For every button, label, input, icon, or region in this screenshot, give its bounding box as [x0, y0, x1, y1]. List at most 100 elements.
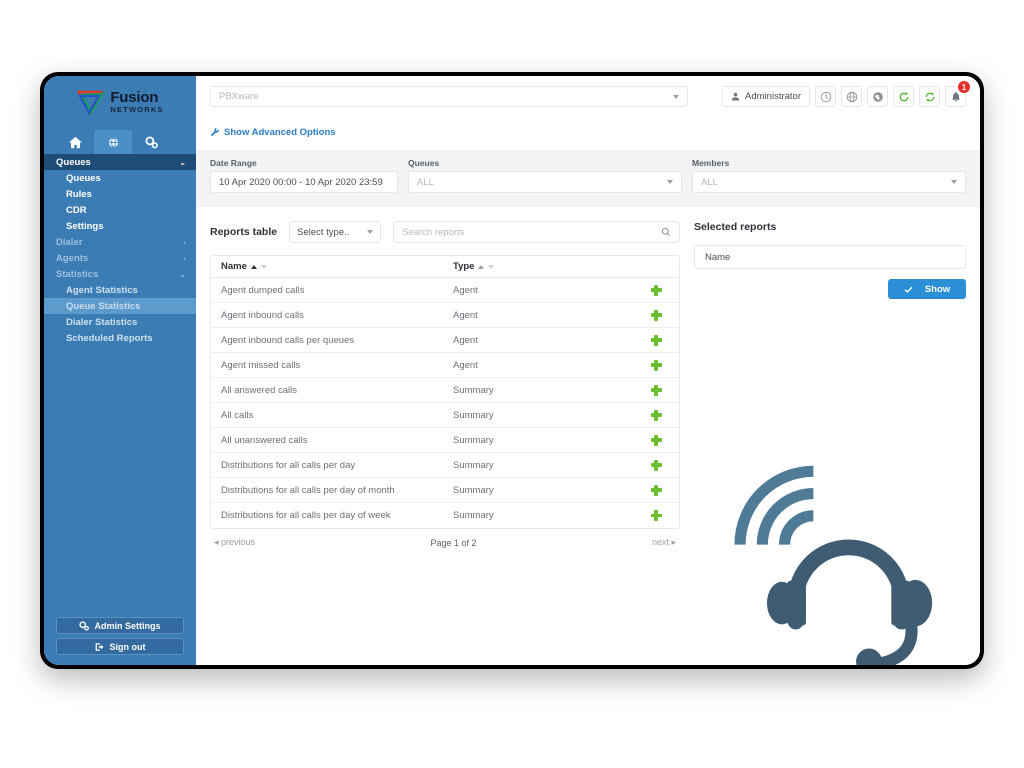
refresh-button[interactable] [893, 86, 914, 107]
headset-globe-icon [107, 136, 119, 148]
admin-settings-label: Admin Settings [94, 620, 161, 631]
device-frame: Fusion NETWORKS Queues ⌄ Queues Rules CD… [40, 72, 984, 669]
sidebar-item-dialer-statistics[interactable]: Dialer Statistics [44, 314, 196, 330]
top-bar: PBXware Administrator 1 [196, 76, 980, 124]
add-report-button[interactable] [649, 283, 669, 297]
sidebar-group-label: Statistics [56, 268, 99, 280]
sort-descending-icon[interactable] [260, 264, 267, 269]
top-bar-actions: Administrator 1 [722, 80, 971, 107]
sidebar-group-statistics[interactable]: Statistics ⌄ [44, 266, 196, 282]
add-report-button[interactable] [649, 433, 669, 447]
sidebar-group-queues[interactable]: Queues ⌄ [44, 154, 196, 170]
sign-out-label: Sign out [109, 641, 146, 652]
date-range-input[interactable]: 10 Apr 2020 00:00 - 10 Apr 2020 23:59 [210, 171, 398, 193]
queues-field: Queues ALL [408, 158, 682, 193]
sync-button[interactable] [919, 86, 940, 107]
globe-filled-button[interactable] [867, 86, 888, 107]
settings-tab[interactable] [132, 130, 170, 154]
select-type-dropdown[interactable]: Select type.. [289, 221, 382, 243]
sidebar-item-agent-statistics[interactable]: Agent Statistics [44, 282, 196, 298]
contact-center-tab[interactable] [94, 130, 132, 154]
previous-page-button[interactable]: ◂ previous [214, 537, 255, 548]
add-report-button[interactable] [649, 509, 669, 523]
chevron-down-icon [367, 230, 374, 234]
members-label: Members [692, 158, 730, 168]
table-row[interactable]: All answered calls Summary [211, 378, 679, 403]
report-type-cell: Summary [453, 409, 494, 421]
report-type-cell: Summary [453, 510, 494, 521]
pbx-select[interactable]: PBXware [210, 86, 688, 107]
next-page-button[interactable]: next ▸ [652, 537, 676, 548]
table-row[interactable]: Agent dumped calls Agent [211, 278, 679, 303]
queues-select[interactable]: ALL [408, 171, 682, 193]
reports-table-header: Name Type [211, 256, 679, 278]
members-value: ALL [701, 176, 718, 188]
table-row[interactable]: Distributions for all calls per day of w… [211, 503, 679, 528]
column-header-type[interactable]: Type [453, 261, 649, 272]
add-report-button[interactable] [649, 383, 669, 397]
app-screen: Fusion NETWORKS Queues ⌄ Queues Rules CD… [44, 76, 980, 665]
sign-out-button[interactable]: Sign out [56, 638, 184, 655]
add-report-button[interactable] [649, 408, 669, 422]
brand-logo[interactable]: Fusion NETWORKS [44, 76, 196, 122]
admin-settings-button[interactable]: Admin Settings [56, 617, 184, 634]
notifications-button[interactable]: 1 [945, 80, 971, 107]
add-report-button[interactable] [649, 308, 669, 322]
sidebar-item-settings[interactable]: Settings [44, 218, 196, 234]
select-type-value: Select type.. [297, 226, 350, 238]
add-report-button[interactable] [649, 358, 669, 372]
chevron-down-icon: ⌄ [179, 269, 186, 279]
table-row[interactable]: Agent missed calls Agent [211, 353, 679, 378]
globe-button[interactable] [841, 86, 862, 107]
report-name-cell: Distributions for all calls per day of m… [221, 484, 395, 496]
sidebar-item-scheduled-reports[interactable]: Scheduled Reports [44, 330, 196, 346]
fusion-triangle-logo-icon [77, 90, 105, 115]
clock-button[interactable] [815, 86, 836, 107]
date-range-label: Date Range [210, 158, 257, 168]
plus-icon [649, 509, 663, 523]
gears-icon [144, 135, 158, 148]
sidebar-item-queue-statistics[interactable]: Queue Statistics [44, 298, 196, 314]
sidebar-footer: Admin Settings Sign out [44, 617, 196, 655]
report-type-cell: Summary [453, 459, 494, 471]
sidebar-group-dialer[interactable]: Dialer › [44, 234, 196, 250]
table-row[interactable]: Agent inbound calls per queues Agent [211, 328, 679, 353]
report-name-cell: Agent inbound calls per queues [221, 334, 355, 346]
members-select[interactable]: ALL [692, 171, 966, 193]
table-row[interactable]: Distributions for all calls per day Summa… [211, 453, 679, 478]
add-report-button[interactable] [649, 483, 669, 497]
table-row[interactable]: All unanswered calls Summary [211, 428, 679, 453]
home-tab[interactable] [56, 130, 94, 154]
sync-icon [925, 92, 934, 101]
refresh-icon [899, 91, 908, 101]
column-header-name[interactable]: Name [221, 261, 453, 272]
filters-bar: Date Range 10 Apr 2020 00:00 - 10 Apr 20… [196, 150, 980, 207]
sort-ascending-icon[interactable] [478, 264, 485, 269]
administrator-label: Administrator [745, 91, 801, 102]
show-button-row: Show [694, 279, 966, 299]
sort-ascending-icon[interactable] [250, 264, 257, 269]
search-reports-input[interactable]: Search reports [393, 221, 680, 243]
plus-icon [649, 383, 663, 397]
sidebar-item-queues[interactable]: Queues [44, 170, 196, 186]
reports-table-body: Agent dumped calls Agent Agent inbound cal… [211, 278, 679, 528]
table-row[interactable]: All calls Summary [211, 403, 679, 428]
table-row[interactable]: Agent inbound calls Agent [211, 303, 679, 328]
report-type-cell: Agent [453, 309, 478, 321]
sidebar-group-agents[interactable]: Agents › [44, 250, 196, 266]
administrator-button[interactable]: Administrator [722, 86, 810, 107]
plus-icon [649, 433, 663, 447]
sidebar-item-cdr[interactable]: CDR [44, 202, 196, 218]
date-range-field: Date Range 10 Apr 2020 00:00 - 10 Apr 20… [210, 158, 398, 193]
sidebar-group-label: Agents [56, 252, 89, 264]
add-report-button[interactable] [649, 333, 669, 347]
sidebar-item-rules[interactable]: Rules [44, 186, 196, 202]
add-report-button[interactable] [649, 458, 669, 472]
show-button[interactable]: Show [888, 279, 966, 299]
reports-panel: Reports table Select type.. Search repor… [210, 221, 680, 665]
sign-out-icon [95, 642, 103, 651]
show-advanced-options-label: Show Advanced Options [224, 126, 336, 138]
table-row[interactable]: Distributions for all calls per day of m… [211, 478, 679, 503]
show-advanced-options-link[interactable]: Show Advanced Options [210, 127, 336, 138]
sort-descending-icon[interactable] [488, 264, 495, 269]
